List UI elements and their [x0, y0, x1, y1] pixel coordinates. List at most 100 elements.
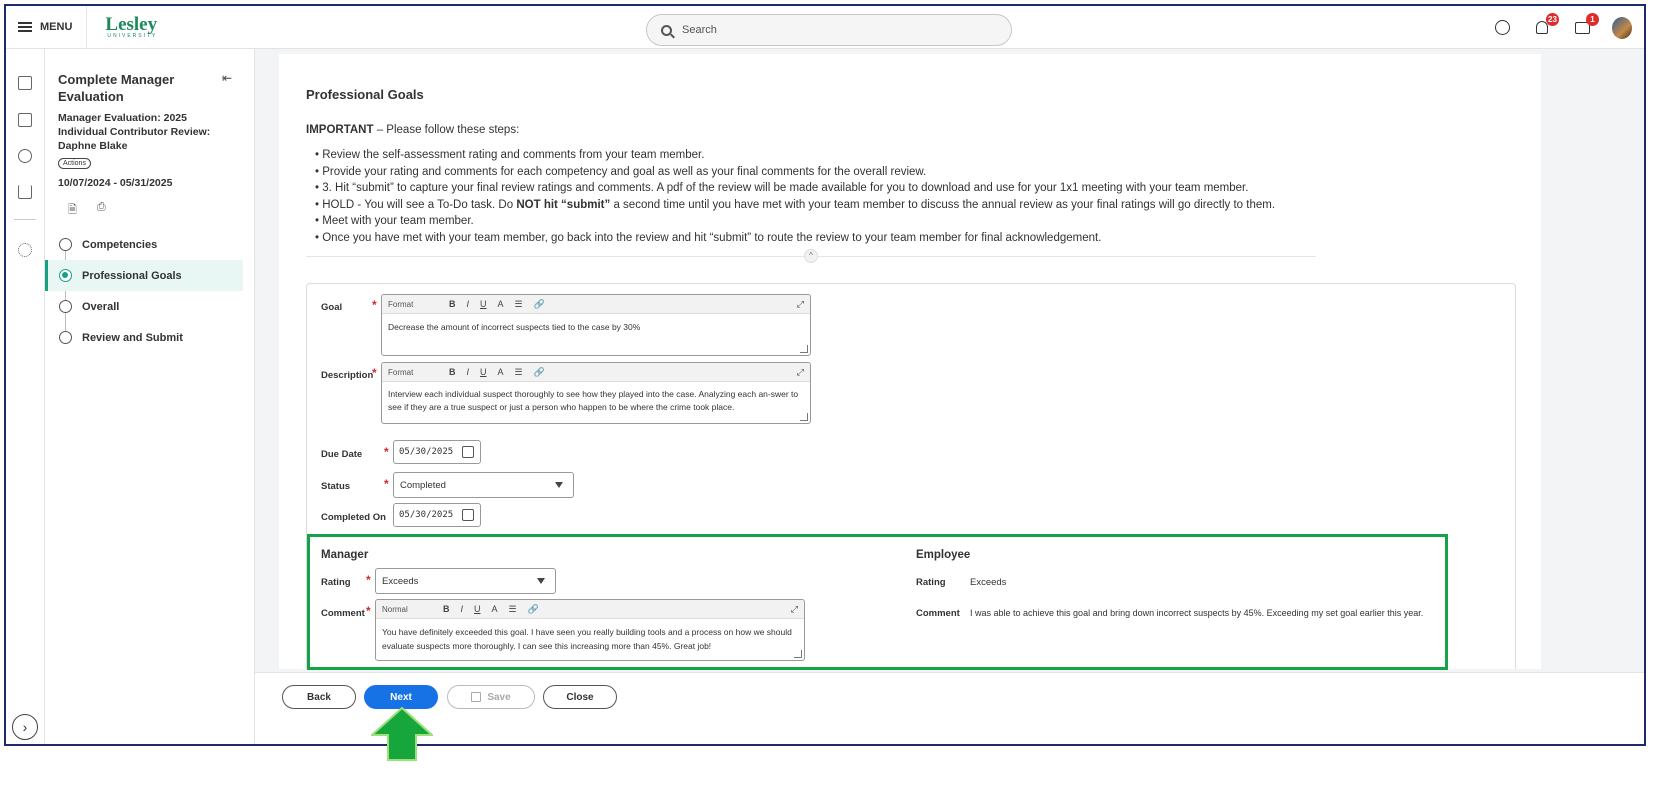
step-label: Overall [82, 300, 120, 313]
required-marker: * [384, 445, 389, 459]
document-icon[interactable]: 🗎 [68, 201, 77, 220]
resize-handle[interactable] [800, 345, 808, 353]
format-dropdown[interactable]: Format [388, 368, 438, 377]
italic-icon[interactable]: I [467, 367, 470, 377]
expand-editor-icon[interactable]: ⤢ [797, 367, 804, 378]
header-actions: 23 1 [1492, 6, 1632, 49]
format-dropdown[interactable]: Normal [382, 605, 432, 614]
chat-button[interactable] [1492, 18, 1512, 38]
save-button[interactable]: Save [447, 685, 535, 709]
dashboard-icon[interactable] [18, 76, 32, 90]
status-value: Completed [400, 480, 446, 491]
next-button[interactable]: Next [364, 685, 438, 709]
search-input[interactable]: Search [646, 14, 1012, 46]
collapse-panel-icon[interactable]: ⇤ [222, 71, 232, 85]
chevron-up-icon[interactable]: ^ [804, 249, 818, 263]
calendar-icon[interactable] [462, 509, 474, 521]
link-icon[interactable]: 🔗 [534, 367, 545, 378]
font-color-icon[interactable]: A [498, 367, 504, 377]
search-insights-icon[interactable] [18, 149, 32, 163]
manager-title: Manager [321, 549, 369, 561]
expand-icon[interactable]: › [12, 714, 38, 740]
list-icon[interactable]: ☰ [509, 604, 517, 615]
manager-comment-label: Comment [321, 608, 365, 619]
close-button[interactable]: Close [543, 685, 617, 709]
employee-rating-label: Rating [916, 577, 946, 588]
search-placeholder: Search [682, 24, 717, 36]
instruction-item: Review the self-assessment rating and co… [322, 147, 1275, 164]
step-professional-goals[interactable]: Professional Goals [45, 260, 243, 291]
inbox-badge: 1 [1586, 12, 1599, 26]
underline-icon[interactable]: U [480, 367, 487, 377]
expand-editor-icon[interactable]: ⤢ [797, 299, 804, 310]
manager-rating-label: Rating [321, 577, 351, 588]
required-marker: * [372, 366, 377, 380]
description-editor[interactable]: Format B I U A ☰ 🔗 ⤢ Interview each individua… [381, 362, 811, 424]
goal-editor[interactable]: Format B I U A ☰ 🔗 ⤢ Decrease the amount of i… [381, 294, 811, 356]
editor-toolbar: Normal B I U A ☰ 🔗 ⤢ [376, 600, 804, 619]
font-color-icon[interactable]: A [498, 299, 504, 309]
underline-icon[interactable]: U [480, 299, 487, 309]
manager-comment-text[interactable]: You have definitely exceeded this goal. … [376, 619, 804, 659]
notifications-button[interactable]: 23 [1532, 12, 1559, 38]
step-indicator [59, 238, 72, 251]
step-competencies[interactable]: Competencies [45, 229, 243, 260]
link-icon[interactable]: 🔗 [528, 604, 539, 615]
description-text[interactable]: Interview each individual suspect thorou… [382, 382, 810, 420]
employee-comment-value: I was able to achieve this goal and brin… [970, 608, 1424, 618]
resize-handle[interactable] [800, 413, 808, 421]
report-icon[interactable] [18, 113, 32, 127]
expand-editor-icon[interactable]: ⤢ [791, 604, 798, 615]
important-text: – Please follow these steps: [373, 124, 520, 136]
employee-rating-value: Exceeds [970, 577, 1007, 588]
bold-icon[interactable]: B [449, 299, 456, 309]
completed-on-input[interactable]: 05/30/2025 [393, 503, 481, 527]
dropdown-caret-icon [555, 482, 563, 488]
step-overall[interactable]: Overall [45, 291, 243, 322]
instruction-item: 3. Hit “submit” to capture your final re… [322, 180, 1275, 197]
due-date-label: Due Date [321, 449, 363, 460]
menu-button[interactable]: MENU [6, 6, 88, 48]
due-date-input[interactable]: 05/30/2025 [393, 440, 481, 464]
logo[interactable]: Lesley UNIVERSITY [87, 15, 157, 39]
review-period: 10/07/2024 - 05/31/2025 [58, 177, 173, 189]
calendar-icon[interactable] [462, 446, 474, 458]
gear-icon[interactable] [18, 243, 32, 257]
print-icon[interactable]: ⎙ [97, 201, 106, 220]
important-label: IMPORTANT [306, 124, 374, 136]
font-color-icon[interactable]: A [492, 604, 498, 614]
underline-icon[interactable]: U [474, 604, 481, 614]
bar-chart-icon[interactable] [18, 185, 32, 199]
instruction-item: Meet with your team member. [322, 213, 1275, 230]
step-indicator [59, 269, 72, 282]
italic-icon[interactable]: I [461, 604, 464, 614]
task-subtitle: Manager Evaluation: 2025 Individual Cont… [58, 112, 211, 152]
footer-bar: Back Next Save Close [255, 672, 1644, 744]
instruction-text: HOLD - You will see a To-Do task. Do [322, 198, 517, 211]
list-icon[interactable]: ☰ [515, 299, 523, 310]
instruction-item: HOLD - You will see a To-Do task. Do NOT… [322, 197, 1275, 214]
employee-comment-label: Comment [916, 608, 960, 619]
list-icon[interactable]: ☰ [515, 367, 523, 378]
required-marker: * [366, 573, 371, 587]
resize-handle[interactable] [794, 650, 802, 658]
logo-subtext: UNIVERSITY [107, 33, 158, 39]
side-tools: 🗎 ⎙ [68, 201, 106, 220]
status-select[interactable]: Completed [393, 472, 574, 498]
menu-label: MENU [40, 21, 73, 33]
step-label: Review and Submit [82, 331, 183, 344]
italic-icon[interactable]: I [467, 299, 470, 309]
inbox-button[interactable]: 1 [1572, 12, 1599, 38]
back-button[interactable]: Back [282, 685, 356, 709]
manager-comment-editor[interactable]: Normal B I U A ☰ 🔗 ⤢ You have definitely exce… [375, 599, 805, 661]
bold-icon[interactable]: B [443, 604, 450, 614]
actions-button[interactable]: Actions [58, 158, 91, 169]
bold-icon[interactable]: B [449, 367, 456, 377]
link-icon[interactable]: 🔗 [534, 299, 545, 310]
goal-text[interactable]: Decrease the amount of incorrect suspect… [382, 314, 810, 340]
format-dropdown[interactable]: Format [388, 300, 438, 309]
profile-button[interactable] [1612, 16, 1632, 39]
manager-rating-select[interactable]: Exceeds [375, 568, 556, 594]
employee-title: Employee [916, 549, 971, 561]
step-review-and-submit[interactable]: Review and Submit [45, 322, 243, 353]
